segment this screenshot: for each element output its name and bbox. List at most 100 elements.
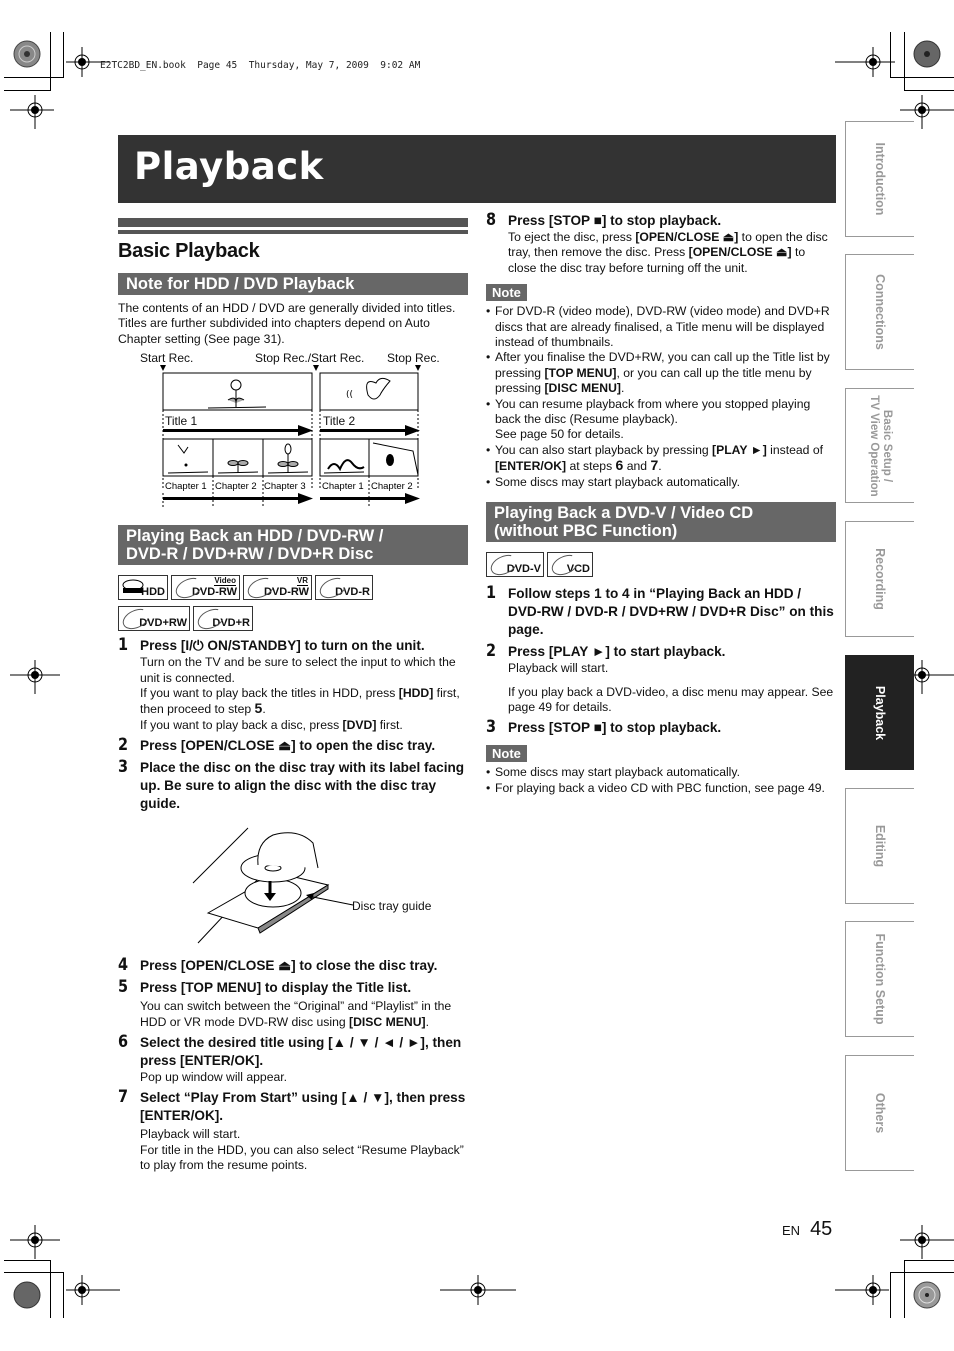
crop-mark (4, 90, 50, 91)
side-tab-connections[interactable]: Connections (845, 254, 914, 370)
crop-mark (890, 1272, 891, 1318)
chapter-label: Chapter 2 (215, 481, 257, 492)
left-column: Basic Playback Note for HDD / DVD Playba… (118, 218, 468, 1174)
crop-mark (63, 32, 64, 78)
disc-icon-sup: Video (214, 576, 236, 587)
subheading-note-hdd-dvd: Note for HDD / DVD Playback (118, 273, 468, 295)
step-text: Turn on the TV and be sure to select the… (140, 655, 456, 685)
chapter-label: Chapter 1 (165, 481, 207, 492)
step-8: 8 Press [STOP ■] to stop playback. To ej… (486, 210, 836, 276)
subheading-line: Playing Back a DVD-V / Video CD (494, 504, 754, 523)
step-heading: Select “Play From Start” using [▲ / ▼], … (140, 1090, 466, 1124)
subheading-line: DVD-R / DVD+RW / DVD+R Disc (126, 545, 374, 564)
dvdv-step-1: 1 Follow steps 1 to 4 in “Playing Back a… (486, 583, 836, 639)
step-number: 4 (118, 955, 129, 976)
crop-mark (904, 1260, 954, 1261)
tab-label: Others (873, 1092, 887, 1134)
side-tab-introduction[interactable]: Introduction (845, 121, 914, 237)
step-text: If you want to play back a disc, press [… (140, 717, 403, 732)
step-heading: Press [I/⏻ ON/STANDBY] to turn on the un… (140, 638, 425, 654)
step-heading: Select the desired title using [▲ / ▼ / … (140, 1035, 462, 1069)
side-tab-others[interactable]: Others (845, 1055, 914, 1171)
dvdv-step-3: 3 Press [STOP ■] to stop playback. (486, 717, 836, 738)
step-5: 5 Press [TOP MENU] to display the Title … (118, 977, 468, 1030)
step-number: 5 (118, 977, 129, 998)
marker-label: Stop Rec. (387, 351, 440, 366)
step-number: 2 (486, 641, 497, 662)
tab-label: Connections (873, 274, 887, 350)
side-tab-recording[interactable]: Recording (845, 521, 914, 637)
color-target-icon (913, 40, 941, 68)
note-body: The contents of an HDD / DVD are general… (118, 301, 456, 346)
step-6: 6 Select the desired title using [▲ / ▼ … (118, 1032, 468, 1085)
step-heading: Follow steps 1 to 4 in “Playing Back an … (508, 586, 834, 638)
note-list: For DVD-R (video mode), DVD-RW (video mo… (486, 304, 836, 490)
note-item: For playing back a video CD with PBC fun… (486, 781, 836, 797)
step-number: 6 (118, 1032, 129, 1053)
step-body: Turn on the TV and be sure to select the… (140, 655, 468, 733)
step-heading: Press [PLAY ►] to start playback. (508, 644, 726, 660)
page-number: EN 45 (782, 1218, 832, 1241)
chapter-label: Chapter 3 (264, 481, 306, 492)
step-body: You can switch between the “Original” an… (140, 999, 452, 1029)
chapter-label: Chapter 2 (371, 481, 413, 492)
subheading-line: (without PBC Function) (494, 522, 678, 541)
diagram-graphic: (( Chapter 1 Chapter 2 Chapter 3 Chapter… (160, 365, 421, 508)
registration-mark-icon (10, 95, 54, 129)
crop-mark (4, 77, 64, 78)
dvd-rw-video-icon: Video DVD-RW (171, 574, 240, 603)
step-heading: Press [STOP ■] to stop playback. (508, 213, 722, 228)
color-target-icon (13, 1281, 41, 1309)
tab-label: Recording (873, 548, 887, 610)
language-code: EN (782, 1223, 801, 1238)
crop-mark (904, 1260, 905, 1318)
disc-tray-illustration: Disc tray guide (118, 813, 468, 953)
dvd-r-icon: DVD-R (315, 574, 373, 603)
step-number: 3 (486, 717, 497, 738)
step-text: If you want to play back the titles in H… (140, 686, 460, 717)
disc-type-icons: DVD+RW DVD+R (118, 605, 468, 634)
step-3: 3 Place the disc on the disc tray with i… (118, 757, 468, 813)
color-target-icon (913, 1281, 941, 1309)
page-title: Playback (134, 145, 324, 188)
vcd-icon: VCD (547, 551, 593, 580)
step-1: 1 Press [I/⏻ ON/STANDBY] to turn on the … (118, 635, 468, 733)
page-title-banner: Playback (118, 135, 836, 203)
side-tab-editing[interactable]: Editing (845, 788, 914, 904)
side-tab-function-setup[interactable]: Function Setup (845, 921, 914, 1037)
crop-mark (50, 1260, 51, 1318)
tab-label: Basic Setup / TV View Operation (868, 394, 893, 497)
hdd-icon: HDD (118, 575, 168, 601)
step-2: 2 Press [OPEN/CLOSE ⏏] to open the disc … (118, 735, 468, 755)
crop-mark (50, 32, 51, 91)
note-list: Some discs may start playback automatica… (486, 765, 836, 796)
tab-label: Function Setup (873, 933, 887, 1025)
crop-mark (4, 1272, 64, 1273)
arrow-icon (405, 493, 420, 505)
disc-tray-graphic (192, 827, 354, 944)
side-tab-basic-setup[interactable]: Basic Setup / TV View Operation (845, 388, 914, 503)
registration-mark-icon (835, 47, 895, 77)
side-tab-playback[interactable]: Playback (845, 655, 914, 770)
tab-label: Introduction (873, 142, 887, 216)
note-item: You can also start playback by pressing … (486, 443, 836, 475)
disc-icon-label: HDD (141, 586, 165, 599)
disc-icon-sup: VR (296, 576, 308, 587)
step-heading: Press [OPEN/CLOSE ⏏] to open the disc tr… (140, 738, 436, 754)
step-body: To eject the disc, press [OPEN/CLOSE ⏏] … (508, 230, 828, 275)
arrow-icon (298, 425, 313, 437)
registration-mark-icon (900, 1225, 954, 1259)
arrow-icon (298, 493, 313, 505)
note-item: Some discs may start playback automatica… (486, 765, 836, 781)
step-number: 1 (118, 635, 129, 656)
registration-mark-icon (10, 660, 60, 694)
step-number: 8 (486, 210, 497, 230)
step-heading: Place the disc on the disc tray with its… (140, 760, 465, 812)
note-item: For DVD-R (video mode), DVD-RW (video mo… (486, 304, 836, 350)
tab-label: Playback (873, 685, 887, 740)
step-4: 4 Press [OPEN/CLOSE ⏏] to close the disc… (118, 955, 468, 976)
crop-mark (63, 1272, 64, 1318)
step-body: Pop up window will appear. (140, 1070, 288, 1085)
step-heading: Press [TOP MENU] to display the Title li… (140, 980, 412, 996)
registration-mark-icon (440, 1275, 516, 1305)
